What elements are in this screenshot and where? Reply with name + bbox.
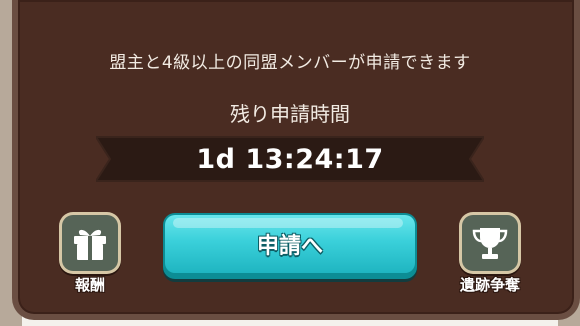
trophy-icon <box>472 228 508 259</box>
gift-icon <box>74 229 106 260</box>
apply-button-label: 申請へ <box>256 234 323 259</box>
eligibility-notice: 盟主と4級以上の同盟メンバーが申請できます <box>109 53 471 73</box>
ruins-contest-button[interactable] <box>459 212 521 274</box>
remaining-time-label: 残り申請時間 <box>230 102 350 126</box>
ruins-contest-label: 遺跡争奪 <box>459 276 520 294</box>
rewards-label: 報酬 <box>74 276 105 294</box>
apply-button[interactable]: 申請へ <box>163 213 417 279</box>
countdown-timer: 1d 13:24:17 <box>196 143 384 175</box>
rewards-button[interactable] <box>59 212 121 274</box>
